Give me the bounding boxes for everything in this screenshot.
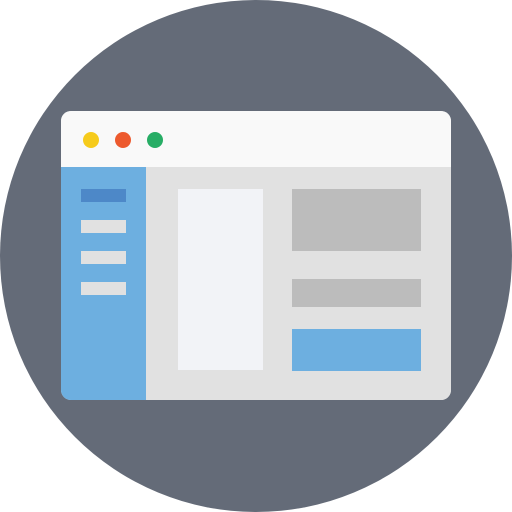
content-button-block [292, 329, 421, 371]
sidebar [61, 167, 146, 400]
content-panel [178, 189, 263, 370]
sidebar-item [81, 282, 126, 295]
sidebar-item [81, 251, 126, 264]
main-content [146, 167, 451, 400]
content-image-block [292, 189, 421, 251]
window-dot-yellow [83, 132, 99, 148]
window-dot-red [115, 132, 131, 148]
browser-window-icon [0, 0, 512, 512]
content-text-block [292, 279, 421, 307]
sidebar-item-active [81, 189, 126, 202]
app-window [61, 111, 451, 400]
window-dot-green [147, 132, 163, 148]
window-titlebar [61, 111, 451, 167]
sidebar-item [81, 220, 126, 233]
